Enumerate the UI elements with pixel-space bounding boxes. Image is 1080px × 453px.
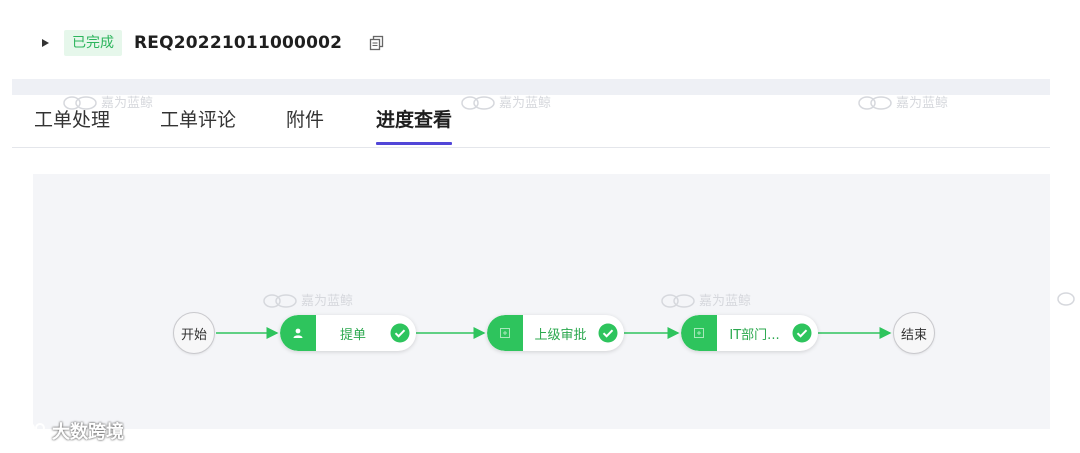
flow-step-it-department[interactable]: IT部门... [681,315,818,351]
check-circle-icon [390,323,410,343]
flow-start-label: 开始 [180,327,207,343]
approval-icon [681,315,717,351]
flow-end-node[interactable]: 结束 [893,312,935,354]
approval-icon [487,315,523,351]
user-icon [280,315,316,351]
flow-step-manager-approval[interactable]: 上级审批 [487,315,624,351]
flow-step-label: 提单 [339,327,366,343]
flow-step-submit[interactable]: 提单 [280,315,416,351]
flow-end-label: 结束 [900,327,927,343]
check-circle-icon [792,323,812,343]
flow-step-label: IT部门... [729,327,780,343]
check-circle-icon [598,323,618,343]
flow-start-node[interactable]: 开始 [173,312,215,354]
flow-step-label: 上级审批 [534,327,587,343]
flow-edges [216,327,892,339]
